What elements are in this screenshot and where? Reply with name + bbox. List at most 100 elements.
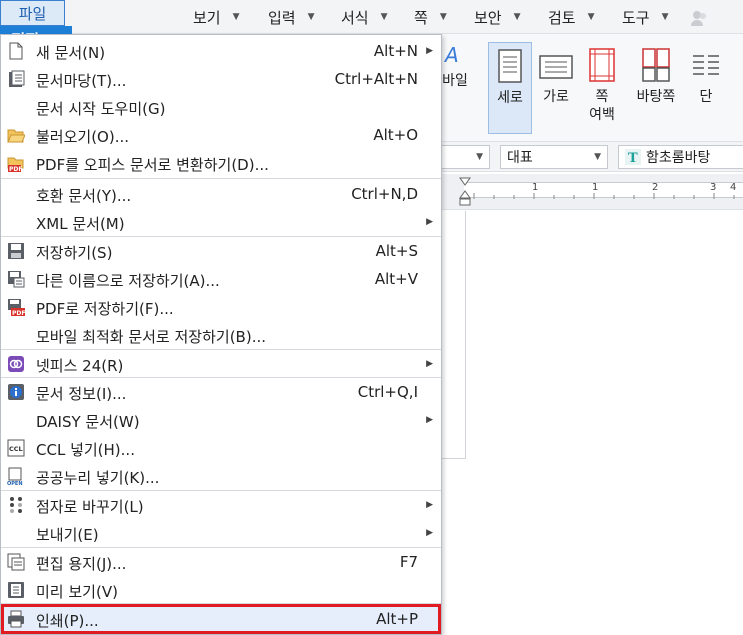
open-folder-icon: [7, 129, 25, 143]
chevron-right-icon: ▶: [426, 217, 433, 227]
menu-item-document-info[interactable]: 문서 정보(I)... Ctrl+Q,I: [1, 378, 441, 406]
ruler-label-4: 4: [730, 182, 737, 193]
menu-item-save-pdf[interactable]: PDF PDF로 저장하기(F)...: [1, 293, 441, 321]
menu-insert[interactable]: 입력 ▼: [268, 4, 315, 30]
menu-item-save-as[interactable]: 다른 이름으로 저장하기(A)... Alt+V: [1, 265, 441, 293]
master-page-button[interactable]: 바탕쪽: [630, 42, 682, 134]
menubar: 파일 편집 ▼ 보기▼ 입력▼ 서식▼ 쪽▼ 보안▼ 검토▼ 도구▼: [0, 0, 743, 52]
chevron-right-icon: ▶: [426, 500, 433, 510]
menu-item-pdf-convert[interactable]: PDF PDF를 오피스 문서로 변환하기(D)...: [1, 149, 441, 177]
ribbon-partial-button[interactable]: A 바일: [440, 42, 470, 134]
master-page-label: 바탕쪽: [636, 89, 676, 105]
indent-marker-icon[interactable]: [458, 176, 472, 208]
ruler-label-1b: 1: [592, 182, 599, 193]
info-icon: [8, 384, 24, 400]
save-pdf-icon: PDF: [8, 299, 25, 316]
combo-partial[interactable]: ▼: [440, 145, 490, 169]
menu-review-label: 검토: [548, 8, 576, 27]
menu-item-label: 새 문서(N): [36, 44, 106, 62]
menu-item-new-document[interactable]: 새 문서(N) Alt+N ▶: [1, 37, 441, 65]
page-margin-guide: [440, 211, 466, 459]
menu-item-save[interactable]: 저장하기(S) Alt+S: [1, 237, 441, 265]
style-icon: A: [443, 43, 459, 66]
menu-item-insert-kogl[interactable]: OPEN 공공누리 넣기(K)...: [1, 462, 441, 490]
menu-item-label: 미리 보기(V): [36, 583, 118, 601]
menu-item-label: 보내기(E): [36, 526, 99, 544]
menu-item-label: DAISY 문서(W): [36, 413, 140, 431]
menu-item-label: 호환 문서(Y)...: [36, 187, 132, 205]
landscape-page-icon: [539, 55, 573, 79]
menu-item-label: PDF를 오피스 문서로 변환하기(D)...: [36, 156, 269, 174]
menu-item-label: 저장하기(S): [36, 244, 113, 262]
font-icon: T: [625, 149, 641, 165]
style-combo[interactable]: 대표 ▼: [500, 145, 608, 169]
menu-item-start-wizard[interactable]: 문서 시작 도우미(G): [1, 93, 441, 121]
save-as-icon: [8, 271, 25, 288]
menu-item-netffice[interactable]: 넷피스 24(R) ▶: [1, 350, 441, 378]
menu-item-label: 불러오기(O)...: [36, 128, 130, 146]
chevron-down-icon: ▼: [307, 12, 315, 22]
menu-item-shortcut: Ctrl+Alt+N: [334, 70, 418, 88]
menu-item-daisy-document[interactable]: DAISY 문서(W) ▶: [1, 406, 441, 434]
menu-item-shortcut: Alt+N: [373, 42, 418, 60]
menu-item-label: 문서마당(T)...: [36, 72, 127, 90]
pdf-convert-icon: PDF: [7, 157, 24, 172]
horizontal-ruler[interactable]: 1 1 2 3 4: [440, 174, 743, 210]
ribbon: A 바일 세로 가로 쪽 여백 바탕쪽 단: [440, 34, 743, 142]
user-icon[interactable]: [690, 9, 708, 27]
portrait-page-icon: [498, 49, 522, 83]
menu-item-template[interactable]: 문서마당(T)... Ctrl+Alt+N: [1, 65, 441, 93]
kogl-icon: OPEN: [7, 467, 23, 485]
menu-item-label: 넷피스 24(R): [36, 357, 124, 375]
svg-text:PDF: PDF: [12, 310, 25, 316]
ribbon-partial-label: 바일: [442, 73, 468, 89]
print-icon: [8, 610, 24, 628]
ruler-label-3: 3: [710, 182, 717, 193]
menu-file-button[interactable]: 파일: [0, 0, 65, 26]
ruler-ticks: [473, 193, 735, 199]
menu-item-print[interactable]: 인쇄(P)... Alt+P: [1, 604, 441, 634]
menu-item-label: 점자로 바꾸기(L): [36, 498, 144, 516]
menu-item-shortcut: Ctrl+N,D: [351, 185, 418, 203]
orientation-landscape-button[interactable]: 가로: [536, 42, 576, 134]
menu-item-save-mobile[interactable]: 모바일 최적화 문서로 저장하기(B)...: [1, 321, 441, 349]
svg-text:CCL: CCL: [9, 445, 23, 453]
menu-item-preview[interactable]: 미리 보기(V): [1, 576, 441, 604]
menu-format[interactable]: 서식 ▼: [341, 4, 388, 30]
menu-item-compat-document[interactable]: 호환 문서(Y)... Ctrl+N,D: [1, 180, 441, 208]
menu-page-label: 쪽: [414, 8, 428, 27]
master-page-icon: [642, 48, 670, 82]
svg-text:PDF: PDF: [9, 166, 22, 172]
font-combo[interactable]: T 함초롬바탕: [618, 145, 743, 169]
style-combo-value: 대표: [507, 150, 533, 166]
menu-tools[interactable]: 도구 ▼: [622, 4, 669, 30]
menu-item-label: CCL 넣기(H)...: [36, 441, 135, 459]
menu-view[interactable]: 보기 ▼: [193, 4, 240, 30]
document-area[interactable]: [440, 211, 743, 635]
menu-item-shortcut: Alt+V: [374, 270, 418, 288]
chevron-down-icon: ▼: [661, 12, 669, 22]
svg-text:OPEN: OPEN: [7, 481, 23, 485]
menu-item-label: 공공누리 넣기(K)...: [36, 469, 160, 487]
menu-item-open[interactable]: 불러오기(O)... Alt+O: [1, 121, 441, 149]
menu-item-shortcut: Alt+P: [376, 610, 418, 628]
menu-item-page-setup[interactable]: 편집 용지(J)... F7: [1, 548, 441, 576]
menu-security[interactable]: 보안 ▼: [474, 4, 521, 30]
netffice-icon: [8, 356, 24, 372]
menu-security-label: 보안: [474, 8, 502, 27]
menu-item-insert-ccl[interactable]: CCL CCL 넣기(H)...: [1, 434, 441, 462]
ccl-icon: CCL: [7, 439, 25, 457]
menu-item-send[interactable]: 보내기(E) ▶: [1, 519, 441, 547]
template-icon: [9, 70, 25, 87]
page-margin-button[interactable]: 쪽 여백: [580, 42, 624, 134]
menu-item-xml-document[interactable]: XML 문서(M) ▶: [1, 208, 441, 236]
chevron-right-icon: ▶: [426, 415, 433, 425]
chevron-down-icon: ▼: [594, 152, 601, 162]
orientation-portrait-button[interactable]: 세로: [488, 42, 532, 134]
menu-page[interactable]: 쪽 ▼: [414, 4, 447, 30]
chevron-down-icon: ▼: [232, 12, 240, 22]
menu-item-braille[interactable]: 점자로 바꾸기(L) ▶: [1, 491, 441, 519]
chevron-right-icon: ▶: [426, 528, 433, 538]
columns-button[interactable]: 단: [688, 42, 724, 134]
menu-review[interactable]: 검토 ▼: [548, 4, 595, 30]
